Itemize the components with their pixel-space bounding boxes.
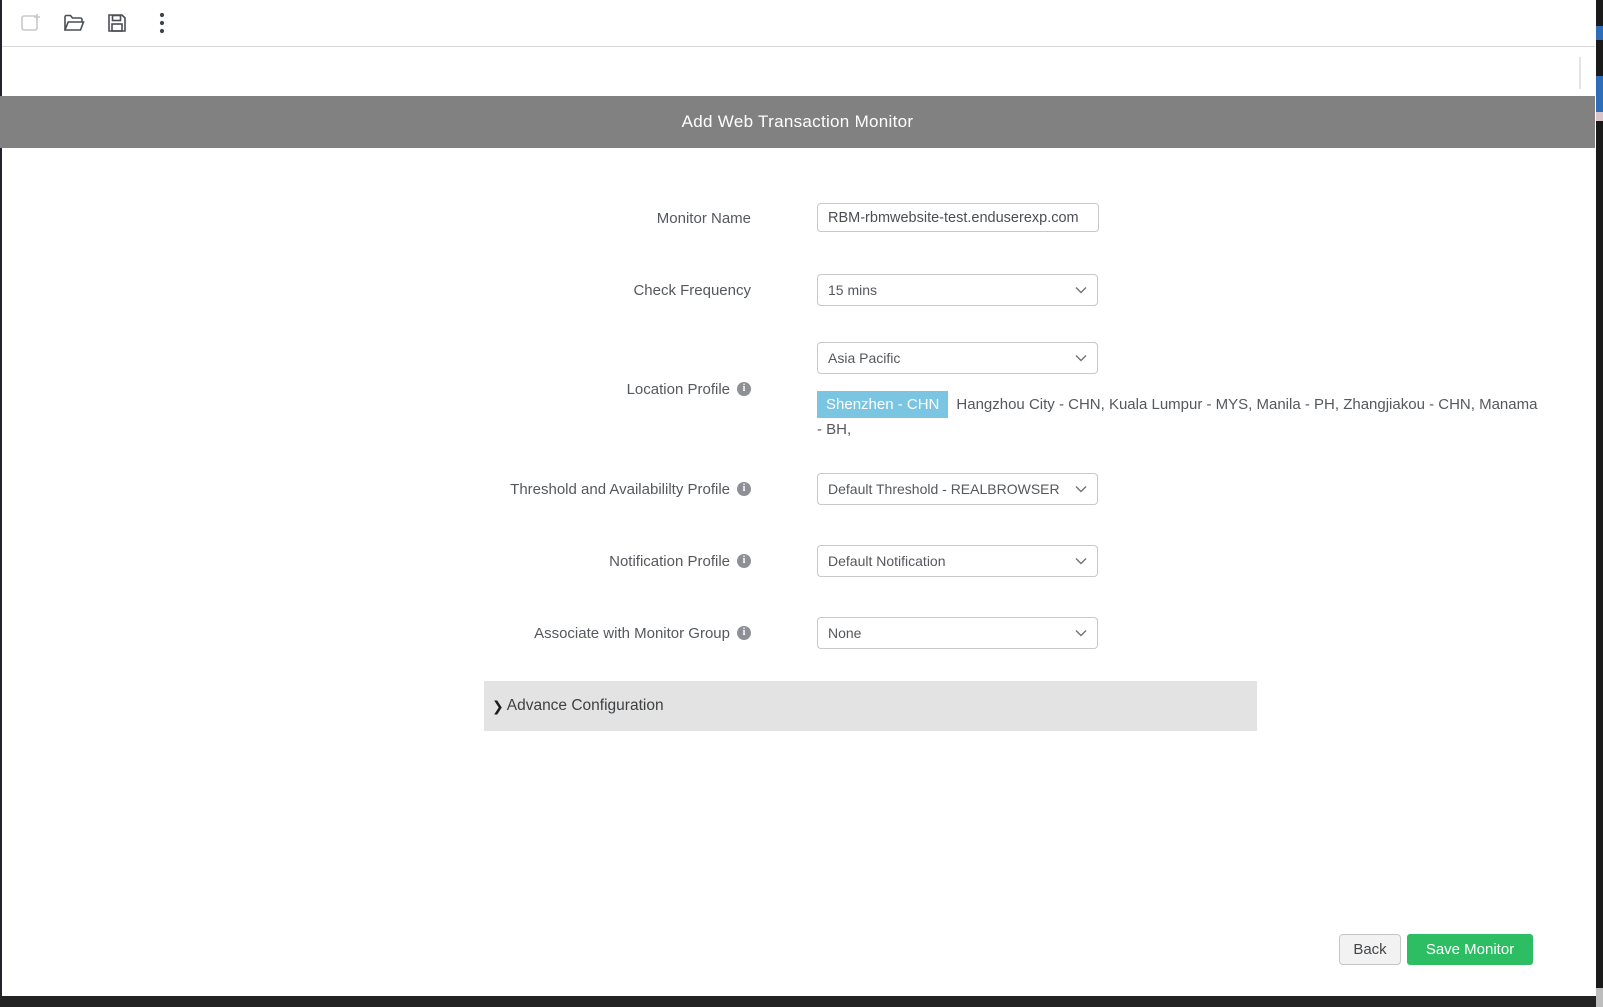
monitor-name-label: Monitor Name bbox=[657, 210, 751, 227]
screen-bottom-edge bbox=[0, 996, 1603, 1007]
back-button[interactable]: Back bbox=[1339, 934, 1401, 965]
threshold-profile-select[interactable]: Default Threshold - REALBROWSER bbox=[817, 473, 1098, 505]
more-options-button[interactable] bbox=[149, 10, 175, 36]
open-folder-icon bbox=[62, 11, 86, 35]
save-monitor-button-label: Save Monitor bbox=[1426, 941, 1514, 958]
save-icon bbox=[105, 11, 129, 35]
monitor-name-input[interactable] bbox=[817, 203, 1099, 232]
check-frequency-value: 15 mins bbox=[828, 282, 1075, 298]
monitor-name-label-row: Monitor Name bbox=[100, 204, 751, 232]
threshold-profile-label-row: Threshold and Availabililty Profile i bbox=[100, 475, 751, 503]
notification-profile-label: Notification Profile bbox=[609, 553, 730, 570]
location-profile-select[interactable]: Asia Pacific bbox=[817, 342, 1098, 374]
page-title: Add Web Transaction Monitor bbox=[682, 112, 914, 132]
chevron-down-icon bbox=[1075, 281, 1087, 299]
window-left-edge bbox=[0, 0, 2, 1007]
location-profile-label: Location Profile bbox=[627, 381, 730, 398]
edge-accent bbox=[1596, 988, 1603, 1007]
check-frequency-label: Check Frequency bbox=[633, 282, 751, 299]
new-file-button[interactable] bbox=[18, 10, 44, 36]
new-file-icon bbox=[19, 11, 43, 35]
toolbar bbox=[2, 0, 1595, 47]
chevron-right-icon: ❯ bbox=[492, 698, 504, 715]
advance-configuration-toggle[interactable]: ❯ Advance Configuration bbox=[484, 681, 1257, 731]
dialog-header: Add Web Transaction Monitor bbox=[0, 96, 1595, 148]
save-monitor-button[interactable]: Save Monitor bbox=[1407, 934, 1533, 965]
selected-location-chip[interactable]: Shenzhen - CHN bbox=[817, 391, 948, 418]
chevron-down-icon bbox=[1075, 552, 1087, 570]
chevron-down-icon bbox=[1075, 349, 1087, 367]
monitor-group-value: None bbox=[828, 625, 1075, 641]
edge-accent bbox=[1596, 76, 1603, 112]
info-icon[interactable]: i bbox=[737, 626, 751, 640]
chevron-down-icon bbox=[1075, 480, 1087, 498]
screen-right-edge bbox=[1596, 0, 1603, 1007]
chevron-down-icon bbox=[1075, 624, 1087, 642]
location-profile-value: Asia Pacific bbox=[828, 350, 1075, 366]
check-frequency-label-row: Check Frequency bbox=[100, 276, 751, 304]
notification-profile-label-row: Notification Profile i bbox=[100, 547, 751, 575]
info-icon[interactable]: i bbox=[737, 382, 751, 396]
info-icon[interactable]: i bbox=[737, 554, 751, 568]
location-profile-label-row: Location Profile i bbox=[100, 375, 751, 403]
monitor-group-label: Associate with Monitor Group bbox=[534, 625, 730, 642]
back-button-label: Back bbox=[1353, 941, 1386, 958]
save-button-toolbar[interactable] bbox=[104, 10, 130, 36]
advance-configuration-label: Advance Configuration bbox=[507, 697, 664, 715]
notification-profile-value: Default Notification bbox=[828, 553, 1075, 569]
kebab-menu-icon bbox=[159, 12, 165, 34]
monitor-group-label-row: Associate with Monitor Group i bbox=[100, 619, 751, 647]
info-icon[interactable]: i bbox=[737, 482, 751, 496]
monitor-group-select[interactable]: None bbox=[817, 617, 1098, 649]
edge-accent bbox=[1596, 26, 1603, 40]
scrollbar-thumb[interactable] bbox=[1579, 57, 1581, 89]
threshold-profile-label: Threshold and Availabililty Profile bbox=[510, 481, 730, 498]
open-folder-button[interactable] bbox=[61, 10, 87, 36]
location-list: Shenzhen - CHNHangzhou City - CHN, Kuala… bbox=[817, 391, 1539, 441]
check-frequency-select[interactable]: 15 mins bbox=[817, 274, 1098, 306]
notification-profile-select[interactable]: Default Notification bbox=[817, 545, 1098, 577]
edge-accent bbox=[1596, 112, 1603, 121]
threshold-profile-value: Default Threshold - REALBROWSER bbox=[828, 481, 1075, 497]
